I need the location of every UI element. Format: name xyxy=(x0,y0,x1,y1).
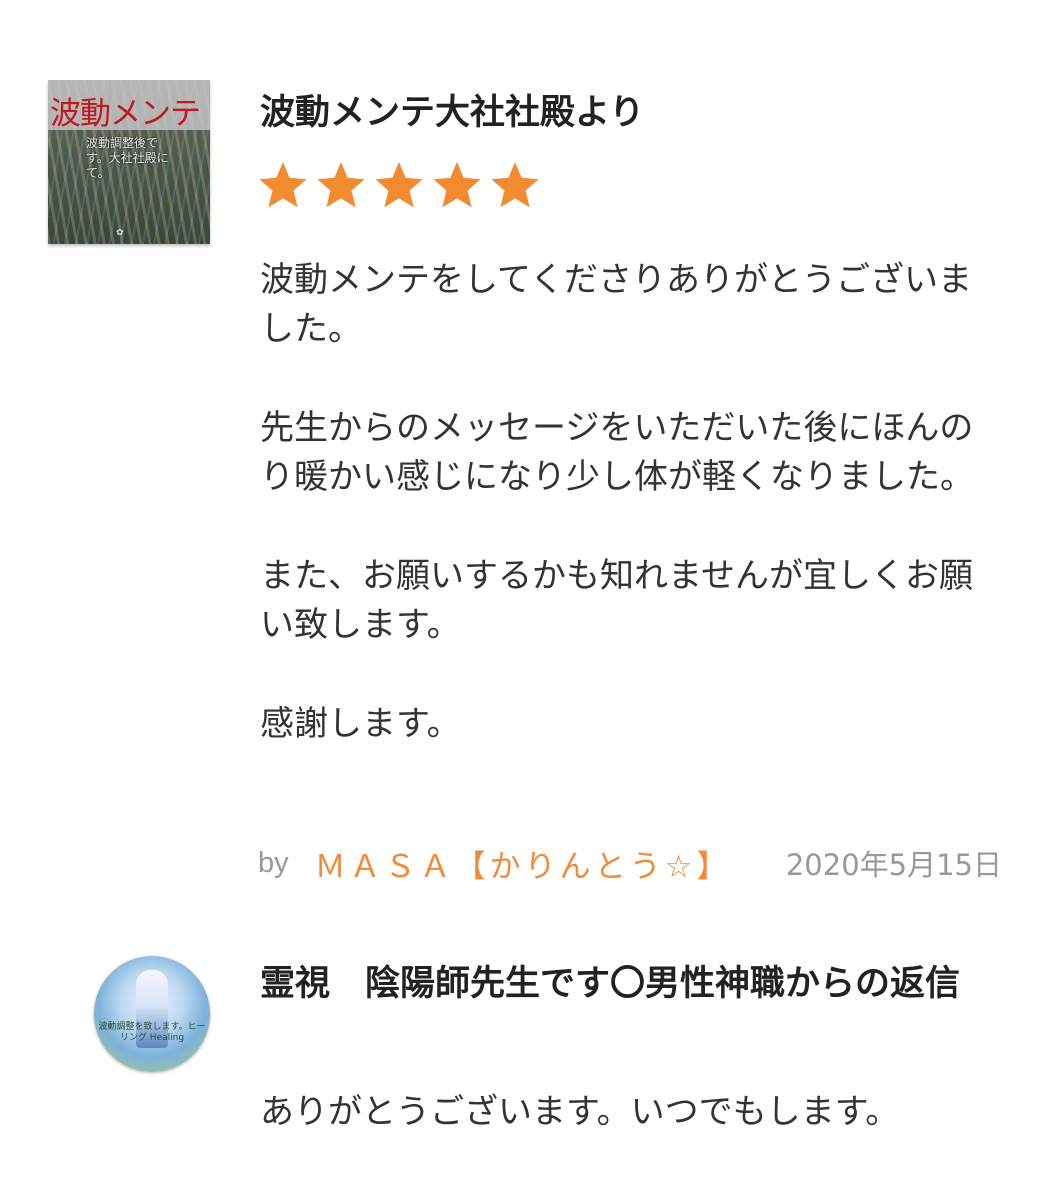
star-icon xyxy=(259,162,307,208)
review-paragraph: 感謝します。 xyxy=(260,704,461,744)
review-meta: by ＭＡＳＡ【かりんとう☆】 2020年5月15日 xyxy=(258,838,1002,888)
thumbnail-subtitle: 波動調整後です。大社社殿にて。 xyxy=(86,136,169,180)
review-thumbnail[interactable]: 波動メンテ 波動調整後です。大社社殿にて。 xyxy=(48,80,210,244)
thumbnail-title: 波動メンテ xyxy=(50,96,201,132)
by-label: by xyxy=(258,846,289,879)
reply-title: 霊視 陰陽師先生です〇男性神職からの返信 xyxy=(260,964,961,1004)
review-date: 2020年5月15日 xyxy=(785,848,1002,882)
star-icon xyxy=(317,162,365,208)
avatar-caption: 波動調整を致します。ヒーリング Healing xyxy=(98,1022,206,1043)
star-icon xyxy=(375,162,423,208)
star-icon xyxy=(433,162,481,208)
review-body: 波動メンテをしてくださりありがとうございました。 先生からのメッセージをいただいた… xyxy=(260,256,1000,799)
thumbnail-mark: ✿ xyxy=(116,228,124,238)
star-rating xyxy=(256,160,542,210)
author-link[interactable]: ＭＡＳＡ【かりんとう☆】 xyxy=(315,841,732,886)
review-title: 波動メンテ大社社殿より xyxy=(260,93,645,133)
star-icon xyxy=(491,162,539,208)
review-paragraph: また、お願いするかも知れませんが宜しくお願い致します。 xyxy=(260,556,973,645)
seller-avatar[interactable]: 波動調整を致します。ヒーリング Healing xyxy=(94,956,210,1072)
review-paragraph: 先生からのメッセージをいただいた後にほんのり暖かい感じになり少し体が軽くなりまし… xyxy=(260,408,974,497)
reply-body: ありがとうございます。いつでもします。 xyxy=(260,1092,900,1132)
review-paragraph: 波動メンテをしてくださりありがとうございました。 xyxy=(260,260,972,349)
